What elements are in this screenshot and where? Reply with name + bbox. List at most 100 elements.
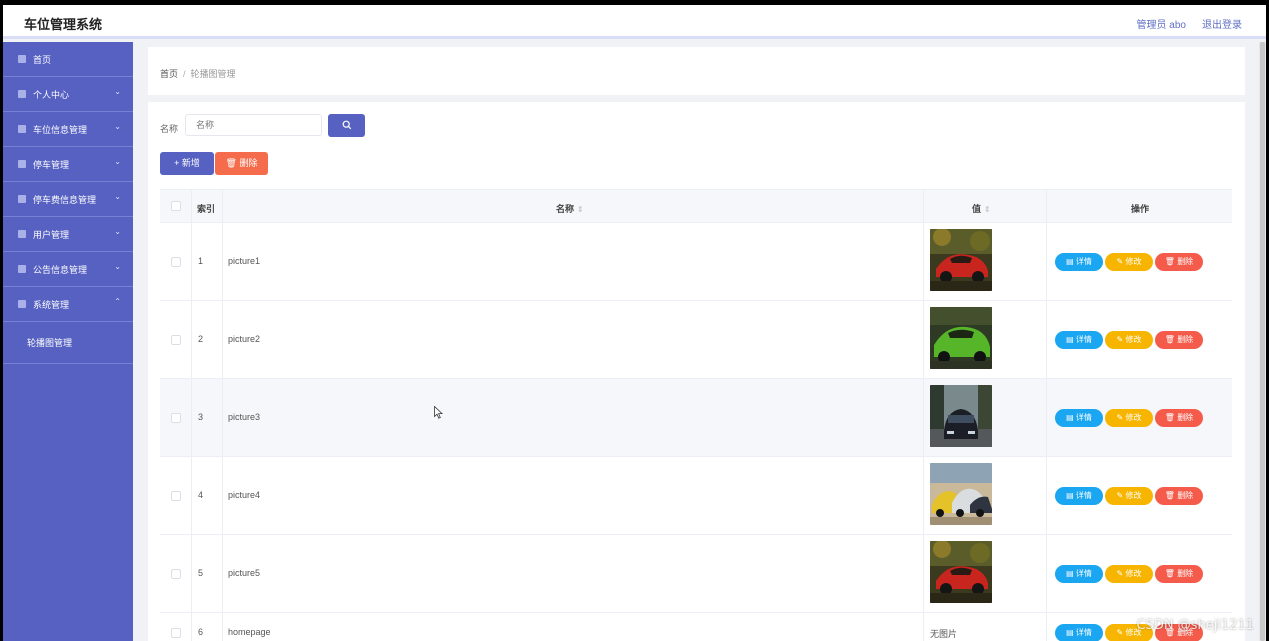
row-index-cell: 4 bbox=[192, 457, 223, 534]
row-value-cell bbox=[924, 301, 1047, 378]
app-window: 车位管理系统 管理员 abo 退出登录 首页 个人中心 ⌄ 车位信息管理 ⌄ 停… bbox=[3, 5, 1266, 641]
carousel-thumbnail[interactable] bbox=[930, 307, 992, 369]
delete-button[interactable]: 🗑 删除 bbox=[1155, 564, 1203, 583]
carousel-thumbnail[interactable] bbox=[930, 463, 992, 525]
sidebar-subitem-carousel[interactable]: 轮播图管理 bbox=[3, 322, 133, 364]
row-checkbox[interactable] bbox=[171, 412, 181, 423]
header-operation-cell: 操作 bbox=[1047, 190, 1232, 222]
row-name: homepage bbox=[228, 626, 271, 637]
row-value-cell bbox=[924, 223, 1047, 300]
carousel-thumbnail[interactable] bbox=[930, 541, 992, 603]
trash-icon: 🗑 bbox=[1164, 334, 1178, 344]
row-checkbox[interactable] bbox=[171, 334, 181, 345]
edit-button[interactable]: ✎ 修改 bbox=[1105, 252, 1153, 271]
chevron-down-icon: ⌄ bbox=[114, 122, 121, 131]
sidebar-item-personal-center[interactable]: 个人中心 ⌄ bbox=[3, 77, 133, 112]
carousel-thumbnail[interactable] bbox=[930, 229, 992, 291]
row-select-cell bbox=[160, 613, 192, 641]
header-select-cell bbox=[160, 190, 192, 222]
sidebar-item-label: 车位信息管理 bbox=[33, 125, 88, 135]
edit-button[interactable]: ✎ 修改 bbox=[1105, 330, 1153, 349]
carousel-thumbnail[interactable] bbox=[930, 385, 992, 447]
row-actions: ▤ 详情 ✎ 修改 🗑 删除 bbox=[1055, 330, 1205, 349]
sidebar-item-home[interactable]: 首页 bbox=[3, 42, 133, 77]
row-name: picture4 bbox=[228, 489, 261, 500]
delete-button[interactable]: 🗑 删除 bbox=[1155, 330, 1203, 349]
table-row: 5 picture5 ▤ 详情 ✎ 修改 🗑 删除 bbox=[160, 535, 1232, 613]
sidebar-item-label: 系统管理 bbox=[33, 300, 70, 310]
row-index-cell: 6 bbox=[192, 613, 223, 641]
sidebar: 首页 个人中心 ⌄ 车位信息管理 ⌄ 停车管理 ⌄ 停车费信息管理 ⌄ 用户管理… bbox=[3, 42, 133, 641]
row-select-cell bbox=[160, 457, 192, 534]
trash-icon: 🗑 bbox=[1164, 568, 1178, 578]
search-button[interactable] bbox=[328, 114, 365, 137]
row-checkbox[interactable] bbox=[171, 490, 181, 501]
sort-icon[interactable]: ⇕ bbox=[984, 205, 991, 214]
sidebar-item-user-management[interactable]: 用户管理 ⌄ bbox=[3, 217, 133, 252]
detail-button[interactable]: ▤ 详情 bbox=[1055, 623, 1103, 641]
row-select-cell bbox=[160, 301, 192, 378]
filter-icon bbox=[18, 195, 26, 203]
row-operation-cell: ▤ 详情 ✎ 修改 🗑 删除 bbox=[1047, 223, 1232, 300]
chevron-down-icon: ⌄ bbox=[114, 192, 121, 201]
header-value-cell[interactable]: 值 ⇕ bbox=[924, 190, 1047, 222]
row-operation-cell: ▤ 详情 ✎ 修改 🗑 删除 bbox=[1047, 379, 1232, 456]
sidebar-item-parking-space-info[interactable]: 车位信息管理 ⌄ bbox=[3, 112, 133, 147]
row-value-cell bbox=[924, 535, 1047, 612]
home-icon bbox=[18, 55, 26, 63]
carousel-table: 索引 名称 ⇕ 值 ⇕ 操作 1 picture1 ▤ 详情 ✎ 修改 🗑 删除 2 pictu… bbox=[160, 189, 1232, 641]
row-index-cell: 2 bbox=[192, 301, 223, 378]
row-index-cell: 3 bbox=[192, 379, 223, 456]
detail-button[interactable]: ▤ 详情 bbox=[1055, 408, 1103, 427]
delete-button[interactable]: 🗑 删除 bbox=[1155, 408, 1203, 427]
detail-button[interactable]: ▤ 详情 bbox=[1055, 564, 1103, 583]
document-icon: ▤ bbox=[1066, 334, 1076, 344]
sidebar-item-label: 停车费信息管理 bbox=[33, 195, 97, 205]
row-index-cell: 5 bbox=[192, 535, 223, 612]
admin-label: 管理员 abo bbox=[1136, 20, 1186, 31]
detail-button[interactable]: ▤ 详情 bbox=[1055, 330, 1103, 349]
sort-icon[interactable]: ⇕ bbox=[577, 205, 584, 214]
header-operation: 操作 bbox=[1131, 204, 1150, 214]
sidebar-subitem-label: 轮播图管理 bbox=[27, 338, 73, 348]
row-select-cell bbox=[160, 223, 192, 300]
sidebar-item-system-management[interactable]: 系统管理 ⌃ bbox=[3, 287, 133, 322]
row-name-cell: picture3 bbox=[223, 379, 924, 456]
page-scrollbar[interactable] bbox=[1259, 42, 1266, 641]
row-name-cell: homepage bbox=[223, 613, 924, 641]
detail-button[interactable]: ▤ 详情 bbox=[1055, 486, 1103, 505]
row-value-cell: 无图片 bbox=[924, 613, 1047, 641]
chevron-down-icon: ⌄ bbox=[114, 157, 121, 166]
scrollbar-thumb[interactable] bbox=[1260, 42, 1265, 641]
detail-button[interactable]: ▤ 详情 bbox=[1055, 252, 1103, 271]
delete-button[interactable]: 🗑 删除 bbox=[1155, 486, 1203, 505]
trash-icon: 🗑 bbox=[1164, 490, 1178, 500]
bulk-delete-button[interactable]: 🗑 删除 bbox=[215, 152, 268, 175]
trash-icon: 🗑 bbox=[1164, 256, 1178, 266]
row-actions: ▤ 详情 ✎ 修改 🗑 删除 bbox=[1055, 564, 1205, 583]
row-actions: ▤ 详情 ✎ 修改 🗑 删除 bbox=[1055, 408, 1205, 427]
user-icon bbox=[18, 90, 26, 98]
row-checkbox[interactable] bbox=[171, 627, 181, 638]
search-icon bbox=[342, 120, 351, 130]
search-input[interactable] bbox=[185, 114, 322, 136]
sidebar-item-parking-management[interactable]: 停车管理 ⌄ bbox=[3, 147, 133, 182]
header-name-cell[interactable]: 名称 ⇕ bbox=[223, 190, 924, 222]
sidebar-item-announcement[interactable]: 公告信息管理 ⌄ bbox=[3, 252, 133, 287]
add-button[interactable]: + 新增 bbox=[160, 152, 214, 175]
select-all-checkbox[interactable] bbox=[171, 201, 181, 211]
table-body: 1 picture1 ▤ 详情 ✎ 修改 🗑 删除 2 picture2 ▤ 详情 ✎ 修改 🗑 … bbox=[160, 223, 1232, 641]
edit-button[interactable]: ✎ 修改 bbox=[1105, 408, 1153, 427]
delete-button[interactable]: 🗑 删除 bbox=[1155, 252, 1203, 271]
row-checkbox[interactable] bbox=[171, 256, 181, 267]
breadcrumb-home[interactable]: 首页 bbox=[160, 69, 178, 79]
search-label: 名称 bbox=[160, 124, 179, 134]
row-index-cell: 1 bbox=[192, 223, 223, 300]
logout-link[interactable]: 退出登录 bbox=[1202, 16, 1242, 31]
row-index: 5 bbox=[198, 567, 204, 578]
row-name-cell: picture4 bbox=[223, 457, 924, 534]
row-checkbox[interactable] bbox=[171, 568, 181, 579]
sidebar-item-parking-fee[interactable]: 停车费信息管理 ⌄ bbox=[3, 182, 133, 217]
edit-button[interactable]: ✎ 修改 bbox=[1105, 486, 1153, 505]
edit-button[interactable]: ✎ 修改 bbox=[1105, 564, 1153, 583]
